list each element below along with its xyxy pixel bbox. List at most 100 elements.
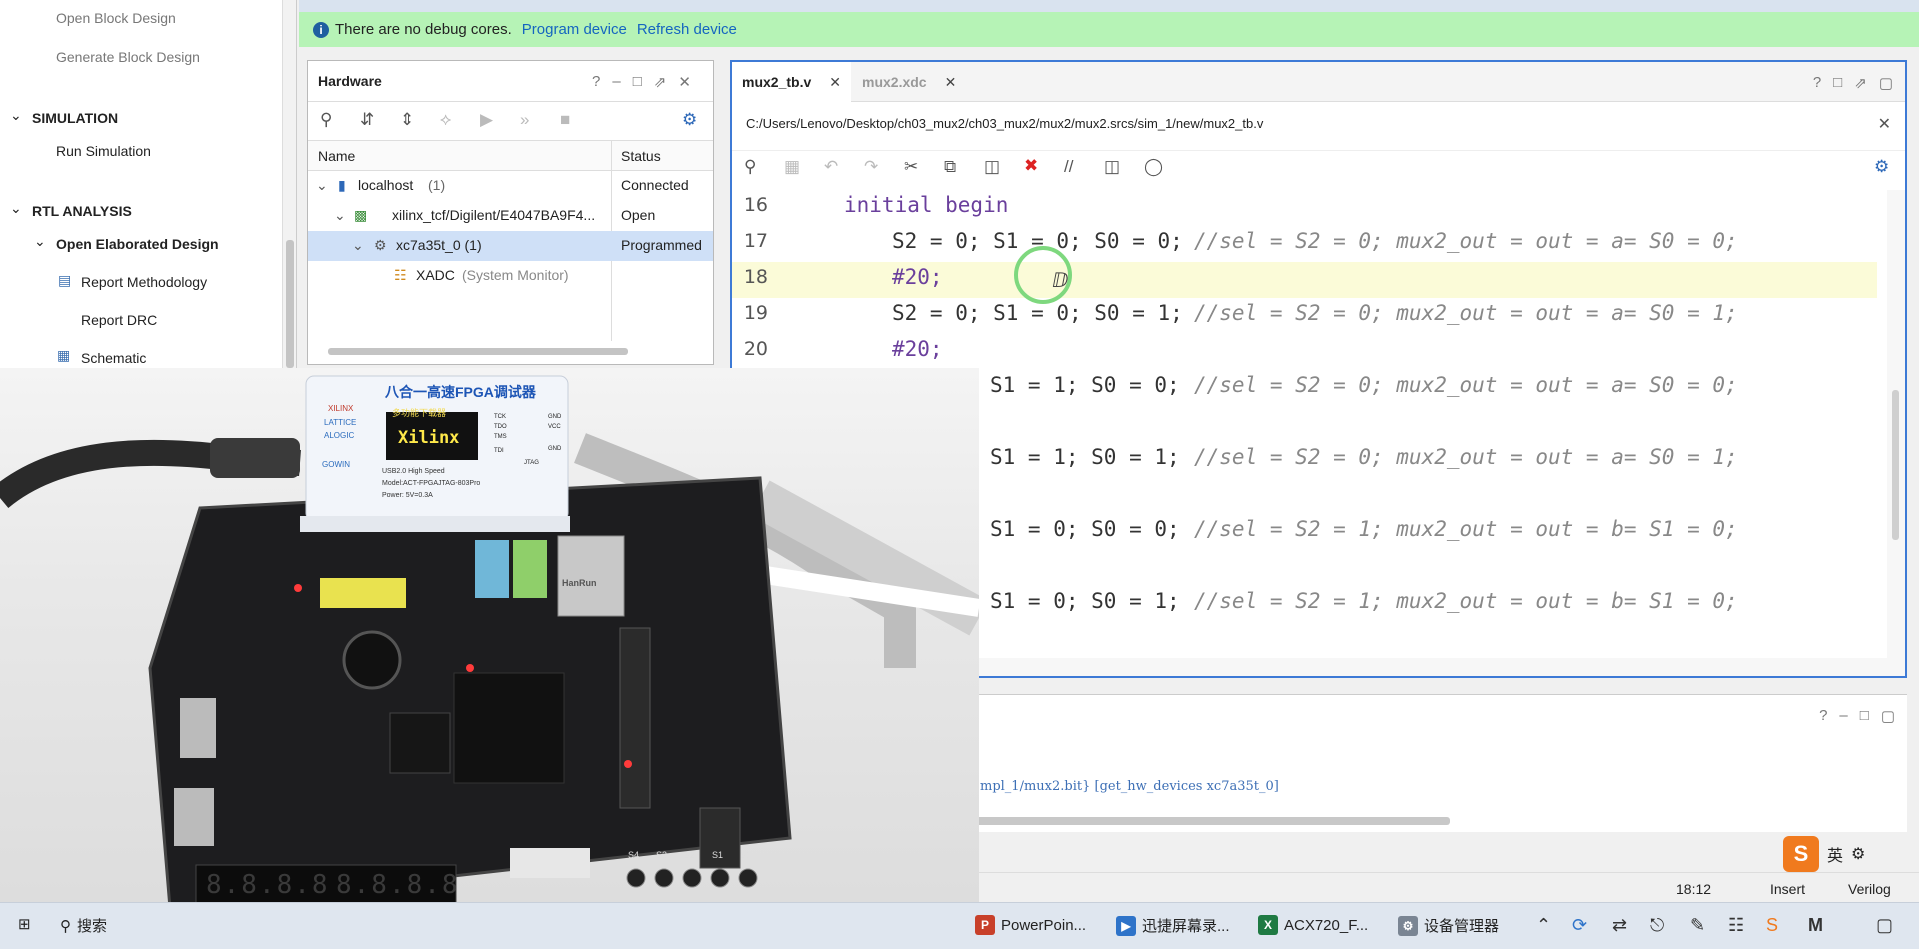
table-row[interactable]: ⌄ ⚙ xc7a35t_0 (1) Programmed bbox=[308, 231, 713, 261]
taskbar-excel[interactable]: X ACX720_F... bbox=[1258, 915, 1368, 935]
stop-icon[interactable]: ■ bbox=[560, 110, 570, 130]
tray-chevron-up-icon[interactable]: ⌃ bbox=[1536, 915, 1551, 936]
nav-scroll-thumb[interactable] bbox=[286, 240, 294, 368]
restore-icon[interactable]: □ bbox=[1833, 74, 1842, 92]
tray-sogou-icon[interactable]: S bbox=[1766, 915, 1778, 936]
ime-lang[interactable]: 英 bbox=[1827, 842, 1843, 866]
sogou-logo-icon[interactable]: S bbox=[1783, 836, 1819, 872]
close-icon[interactable]: ✕ bbox=[829, 74, 841, 90]
run-icon[interactable]: ▶ bbox=[480, 110, 493, 130]
program-device-link[interactable]: Program device bbox=[522, 21, 627, 38]
chevron-down-icon[interactable]: ⌄ bbox=[334, 207, 346, 224]
code-comment: //sel = S2 = 0; mux2_out = out = a= S0 =… bbox=[1194, 301, 1738, 325]
tab-label: mux2.xdc bbox=[862, 74, 927, 90]
nav-open-block-design[interactable]: Open Block Design bbox=[56, 10, 176, 26]
comment-icon[interactable]: // bbox=[1064, 157, 1073, 177]
column-select-icon[interactable]: ◫ bbox=[1104, 157, 1120, 177]
jtag-gnd-2: GND bbox=[548, 446, 562, 452]
table-row[interactable]: ☷ XADC (System Monitor) bbox=[308, 261, 713, 291]
code-comment: //sel = S2 = 1; mux2_out = out = b= S1 =… bbox=[1194, 517, 1738, 541]
code-line: 19 S2 = 0; S1 = 0; S0 = 1; //sel = S2 = … bbox=[732, 298, 1877, 334]
delete-icon[interactable]: ✖ bbox=[1024, 156, 1038, 176]
copy-icon[interactable]: ⧉ bbox=[944, 157, 956, 177]
chevron-down-icon[interactable]: ⌄ bbox=[316, 177, 328, 194]
help-icon[interactable]: ? bbox=[1813, 74, 1821, 92]
minimize-icon[interactable]: – bbox=[1839, 707, 1847, 725]
scroll-thumb[interactable] bbox=[1892, 390, 1899, 540]
maximize-icon[interactable]: ▢ bbox=[1879, 74, 1893, 92]
paste-icon[interactable]: ◫ bbox=[984, 157, 1000, 177]
float-icon[interactable]: ⇗ bbox=[654, 73, 667, 91]
chevron-down-icon[interactable]: ⌄ bbox=[10, 107, 22, 124]
refresh-device-link[interactable]: Refresh device bbox=[637, 21, 737, 38]
minimize-icon[interactable]: – bbox=[612, 73, 620, 91]
editor-window-controls: ? □ ⇗ ▢ bbox=[1813, 74, 1893, 92]
tray-network-icon[interactable]: ⇄ bbox=[1612, 915, 1627, 936]
tray-app-icon[interactable]: M bbox=[1808, 915, 1823, 936]
collapse-all-icon[interactable]: ⇵ bbox=[360, 110, 374, 130]
tray-pen-icon[interactable]: ✎ bbox=[1690, 915, 1705, 936]
chevron-down-icon[interactable]: ⌄ bbox=[352, 237, 364, 254]
tcl-console: ? – □ ▢ mpl_1/mux2.bit} [get_hw_devices … bbox=[970, 694, 1907, 832]
close-icon[interactable]: ✕ bbox=[678, 73, 691, 91]
debugger-power: Power: 5V=0.3A bbox=[382, 492, 433, 499]
close-icon[interactable]: ✕ bbox=[945, 74, 957, 90]
editor-tabs: mux2_tb.v ✕ mux2.xdc ✕ ? □ ⇗ ▢ bbox=[732, 62, 1905, 102]
maximize-icon[interactable]: ▢ bbox=[1881, 707, 1895, 725]
banner-message: There are no debug cores. bbox=[335, 21, 512, 38]
col-name[interactable]: Name bbox=[318, 148, 355, 164]
taskbar-powerpoint[interactable]: P PowerPoin... bbox=[975, 915, 1086, 935]
tray-microphone-icon[interactable]: ⎋ bbox=[1650, 915, 1664, 936]
run-all-icon[interactable]: » bbox=[520, 110, 529, 130]
hw-host-status: Connected bbox=[621, 177, 689, 193]
code-line: 16 initial begin bbox=[732, 190, 1877, 226]
taskbar-screen-recorder[interactable]: ▶ 迅捷屏幕录... bbox=[1116, 915, 1230, 936]
tab-mux2-tb[interactable]: mux2_tb.v ✕ bbox=[732, 62, 851, 102]
cut-icon[interactable]: ✂ bbox=[904, 157, 918, 177]
table-row[interactable]: ⌄ ▩ xilinx_tcf/Digilent/E4047BA9F4... Op… bbox=[308, 201, 713, 231]
expand-all-icon[interactable]: ⇕ bbox=[400, 110, 414, 130]
console-scroll-thumb[interactable] bbox=[970, 817, 1450, 825]
search-icon[interactable]: ⚲ bbox=[320, 110, 332, 130]
ime-settings-icon[interactable]: ⚙ bbox=[1851, 844, 1865, 864]
restore-icon[interactable]: □ bbox=[633, 73, 642, 91]
notification-icon[interactable]: ▢ bbox=[1876, 915, 1893, 936]
nav-section-simulation[interactable]: SIMULATION bbox=[32, 110, 118, 126]
lightbulb-icon[interactable]: ◯ bbox=[1144, 157, 1163, 177]
gear-icon[interactable]: ⚙ bbox=[682, 110, 697, 130]
scroll-thumb[interactable] bbox=[328, 348, 628, 355]
taskbar-search[interactable]: ⚲ 搜索 bbox=[60, 915, 107, 936]
help-icon[interactable]: ? bbox=[592, 73, 600, 91]
help-icon[interactable]: ? bbox=[1819, 707, 1827, 725]
nav-section-rtl-analysis[interactable]: RTL ANALYSIS bbox=[32, 203, 132, 219]
col-status[interactable]: Status bbox=[621, 148, 661, 164]
tab-mux2-xdc[interactable]: mux2.xdc ✕ bbox=[852, 62, 966, 102]
float-icon[interactable]: ⇗ bbox=[1854, 74, 1867, 92]
save-icon[interactable]: ▦ bbox=[784, 157, 800, 177]
schematic-icon: ▦ bbox=[57, 347, 71, 363]
table-row[interactable]: ⌄ ▮ localhost (1) Connected bbox=[308, 171, 713, 201]
start-icon[interactable]: ⊞ bbox=[18, 915, 31, 933]
hardware-hscrollbar[interactable] bbox=[328, 346, 693, 356]
switch-label-s4: S4 bbox=[628, 850, 640, 860]
nav-schematic[interactable]: Schematic bbox=[81, 350, 146, 366]
chevron-down-icon[interactable]: ⌄ bbox=[34, 233, 46, 250]
chevron-down-icon[interactable]: ⌄ bbox=[10, 200, 22, 217]
redo-icon[interactable]: ↷ bbox=[864, 157, 878, 177]
taskbar-device-manager[interactable]: ⚙ 设备管理器 bbox=[1398, 915, 1499, 936]
nav-generate-block-design[interactable]: Generate Block Design bbox=[56, 49, 200, 65]
editor-vscrollbar[interactable] bbox=[1887, 190, 1905, 660]
nav-run-simulation[interactable]: Run Simulation bbox=[56, 143, 151, 159]
close-icon[interactable]: ✕ bbox=[1878, 114, 1891, 134]
nav-report-drc[interactable]: Report DRC bbox=[81, 312, 157, 328]
auto-connect-icon[interactable]: ⟡ bbox=[440, 110, 451, 130]
nav-open-elaborated-design[interactable]: Open Elaborated Design bbox=[56, 236, 219, 252]
tray-sync-icon[interactable]: ⟳ bbox=[1572, 915, 1587, 936]
nav-report-methodology[interactable]: Report Methodology bbox=[81, 274, 207, 290]
nav-scrollbar[interactable] bbox=[282, 0, 296, 372]
restore-icon[interactable]: □ bbox=[1860, 707, 1869, 725]
search-icon[interactable]: ⚲ bbox=[744, 157, 756, 177]
undo-icon[interactable]: ↶ bbox=[824, 157, 838, 177]
tray-input-icon[interactable]: ☷ bbox=[1728, 915, 1744, 936]
gear-icon[interactable]: ⚙ bbox=[1874, 157, 1889, 177]
